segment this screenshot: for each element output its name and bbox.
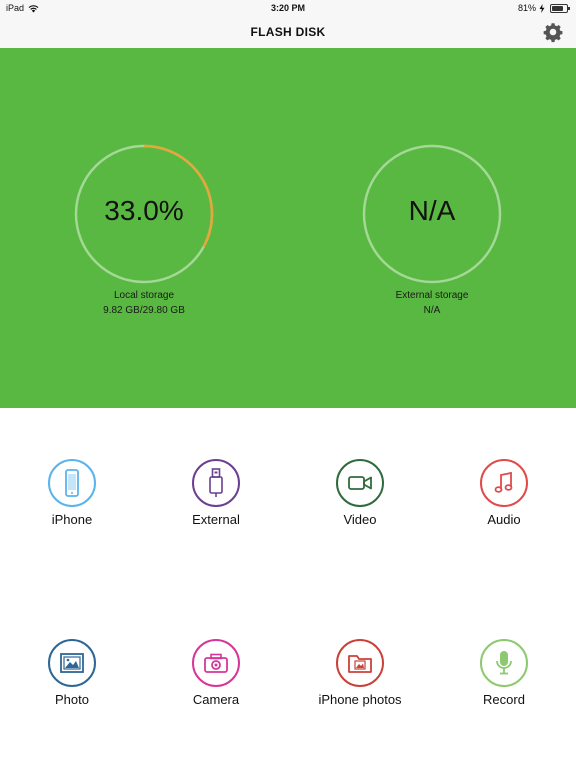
storage-panel: 33.0% Local storage 9.82 GB/29.80 GB N/A… [0, 48, 576, 408]
tile-photo-circle [48, 639, 96, 687]
external-storage-ring: N/A [361, 143, 503, 285]
tile-camera-circle [192, 639, 240, 687]
settings-button[interactable] [542, 21, 564, 43]
tile-iphone-photos-circle [336, 639, 384, 687]
charging-icon [539, 3, 545, 13]
tile-audio-label: Audio [487, 512, 521, 527]
tile-iphone-label: iPhone [51, 512, 93, 527]
camera-icon [204, 653, 228, 673]
local-storage-label: Local storage [113, 290, 175, 301]
tile-video-label: Video [343, 512, 377, 527]
status-right: 81% [517, 3, 570, 13]
status-bar: iPad 3:20 PM 81% [0, 0, 576, 16]
external-storage-card[interactable]: N/A External storage N/A [352, 143, 512, 316]
tile-record-circle [480, 639, 528, 687]
tile-photo[interactable]: Photo [0, 639, 144, 707]
battery-cap [568, 6, 570, 10]
tile-record[interactable]: Record [432, 639, 576, 707]
tile-iphone-photos-label: iPhone photos [318, 692, 402, 707]
gear-icon [543, 23, 563, 43]
battery-icon [550, 3, 570, 13]
tile-photo-label: Photo [55, 692, 89, 707]
nav-bar: FLASH DISK [0, 16, 576, 48]
tile-external-label: External [192, 512, 240, 527]
tile-iphone-circle [48, 459, 96, 507]
battery-percent: 81% [517, 3, 536, 13]
tile-iphone[interactable]: iPhone [0, 459, 144, 527]
tile-external-circle [192, 459, 240, 507]
iphone-icon [65, 469, 79, 497]
status-time: 3:20 PM [270, 3, 305, 13]
microphone-icon [496, 651, 512, 675]
tile-record-label: Record [483, 692, 525, 707]
photo-icon [60, 653, 84, 673]
tile-external[interactable]: External [144, 459, 288, 527]
battery-fill [552, 5, 564, 11]
local-storage-detail: 9.82 GB/29.80 GB [103, 305, 185, 316]
usb-drive-icon [209, 468, 223, 497]
local-storage-ring: 33.0% [73, 143, 215, 285]
tile-camera[interactable]: Camera [144, 639, 288, 707]
external-storage-detail: N/A [423, 305, 441, 316]
local-storage-card[interactable]: 33.0% Local storage 9.82 GB/29.80 GB [64, 143, 224, 316]
video-camera-icon [348, 476, 372, 490]
photo-folder-icon [348, 655, 372, 673]
local-storage-percent: 33.0% [104, 195, 184, 226]
page-title: FLASH DISK [250, 25, 326, 39]
tile-video-circle [336, 459, 384, 507]
tile-audio[interactable]: Audio [432, 459, 576, 527]
tile-camera-label: Camera [192, 692, 240, 707]
tile-iphone-photos[interactable]: iPhone photos [288, 639, 432, 707]
external-storage-percent: N/A [408, 195, 456, 226]
tile-video[interactable]: Video [288, 459, 432, 527]
external-storage-label: External storage [395, 290, 469, 301]
music-note-icon [494, 471, 513, 493]
tile-audio-circle [480, 459, 528, 507]
